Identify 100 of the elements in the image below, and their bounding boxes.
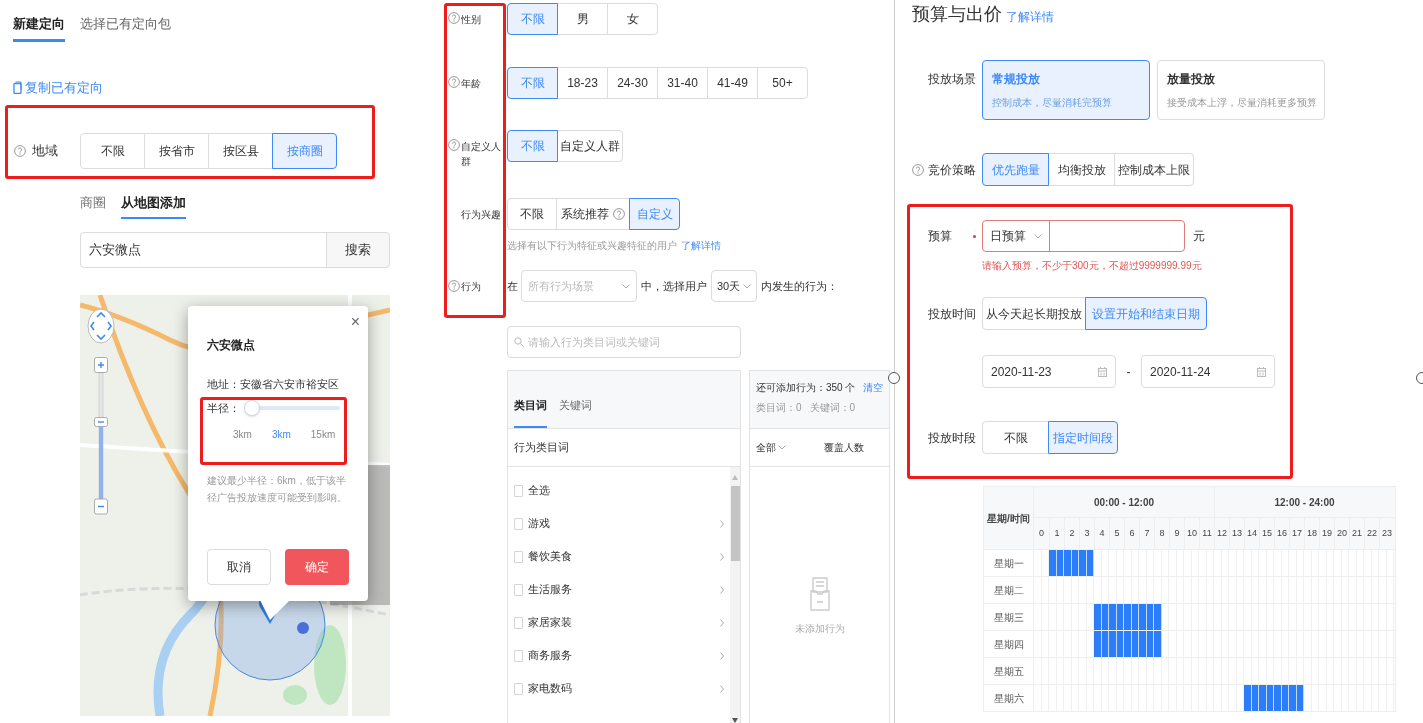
copy-icon <box>13 80 22 94</box>
tab[interactable]: 新建定向 <box>13 14 65 42</box>
tab[interactable]: 关键词 <box>559 396 592 428</box>
hour-label: 21 <box>1352 526 1362 540</box>
pan-control-icon[interactable] <box>87 307 115 344</box>
tab[interactable]: 从地图添加 <box>121 193 186 219</box>
option-button[interactable]: 24-30 <box>607 67 658 99</box>
budget-input[interactable] <box>1049 220 1185 252</box>
days-select[interactable]: 30天 <box>711 270 757 302</box>
option-button[interactable]: 不限 <box>80 133 145 169</box>
option-button[interactable]: 41-49 <box>707 67 758 99</box>
column-header: 覆盖人数 <box>824 441 864 455</box>
help-icon <box>448 76 460 88</box>
resize-handle[interactable] <box>888 372 900 384</box>
count-text: 关键词：0 <box>809 401 856 415</box>
option-button[interactable]: 均衡投放 <box>1048 153 1115 186</box>
option-button[interactable]: 50+ <box>757 67 808 99</box>
hour-label: 16 <box>1277 526 1287 540</box>
list-item[interactable]: 家电数码 <box>508 672 730 705</box>
chevron-down-icon <box>1034 233 1042 239</box>
tab[interactable]: 选择已有定向包 <box>80 14 171 42</box>
hour-label: 6 <box>1129 526 1135 540</box>
list-item[interactable]: 家居家装 <box>508 606 730 639</box>
scroll-down-icon[interactable] <box>732 718 738 723</box>
hour-label: 23 <box>1382 526 1392 540</box>
checkbox[interactable] <box>514 649 523 662</box>
help-icon <box>912 163 924 176</box>
list-item[interactable]: 生活服务 <box>508 573 730 606</box>
search-field[interactable]: 六安微点 <box>80 231 327 268</box>
option-button[interactable]: 控制成本上限 <box>1114 153 1194 186</box>
hour-label: 22 <box>1367 526 1377 540</box>
option-button[interactable]: 不限 <box>982 421 1049 454</box>
help-icon <box>448 139 460 151</box>
option-button[interactable]: 31-40 <box>657 67 708 99</box>
checkbox[interactable] <box>514 583 523 596</box>
date-field[interactable]: 2020-11-23 <box>982 355 1116 388</box>
hint-text: 选择有以下行为特征或兴趣特征的用户 <box>507 239 677 253</box>
hint-text: 建议最少半径：6km，低于该半径广告投放速度可能受到影响。 <box>207 473 348 505</box>
cancel-button[interactable]: 取消 <box>207 548 271 585</box>
option-button[interactable]: 按区县 <box>208 133 273 169</box>
help-icon <box>14 145 26 157</box>
calendar-icon <box>1257 366 1266 377</box>
search-field[interactable]: 请输入行为类目词或关键词 <box>507 326 741 358</box>
item-label: 生活服务 <box>528 582 573 598</box>
list-item[interactable]: 餐饮美食 <box>508 540 730 573</box>
date-field[interactable]: 2020-11-24 <box>1141 355 1275 388</box>
option-button[interactable]: 女 <box>607 3 658 35</box>
field-label: 性别 <box>461 13 482 27</box>
item-label: 游戏 <box>528 516 551 532</box>
scrollbar[interactable] <box>730 467 740 723</box>
list-item[interactable]: 全选 <box>508 474 730 507</box>
hour-label: 14 <box>1247 526 1257 540</box>
slider-thumb[interactable] <box>244 400 260 417</box>
hour-label: 20 <box>1337 526 1347 540</box>
tab[interactable]: 类目词 <box>514 396 547 428</box>
column-header: 星期/时间 <box>987 511 1030 526</box>
item-label: 家居家装 <box>528 615 573 631</box>
option-button[interactable]: 系统推荐 <box>556 198 630 230</box>
tab[interactable]: 商圈 <box>80 193 106 219</box>
option-button[interactable]: 18-23 <box>557 67 608 99</box>
hour-label: 1 <box>1054 526 1060 540</box>
chevron-right-icon <box>720 552 724 561</box>
error-text: 请输入预算，不少于300元，不超过9999999.99元 <box>982 259 1203 273</box>
hour-label: 11 <box>1202 526 1212 540</box>
search-button[interactable]: 搜索 <box>326 231 390 268</box>
hour-label: 15 <box>1262 526 1272 540</box>
checkbox[interactable] <box>514 682 523 695</box>
chevron-right-icon <box>720 684 724 693</box>
option-button[interactable]: 不限 <box>507 198 557 230</box>
checkbox[interactable] <box>514 517 523 530</box>
zoom-control-icon[interactable] <box>94 356 108 515</box>
scroll-up-icon[interactable] <box>732 475 738 480</box>
column-header[interactable]: 全部 <box>756 440 786 455</box>
budget-type-select[interactable]: 日预算 <box>982 220 1050 252</box>
slider-track[interactable] <box>244 400 340 417</box>
checkbox[interactable] <box>514 550 523 563</box>
chevron-right-icon <box>720 651 724 660</box>
learn-more-link[interactable]: 了解详情 <box>681 238 721 253</box>
list-item[interactable]: 商务服务 <box>508 639 730 672</box>
learn-more-link[interactable]: 了解详情 <box>1006 8 1054 26</box>
list-item[interactable]: 游戏 <box>508 507 730 540</box>
inline-text: 在 <box>507 278 518 294</box>
option-button[interactable]: 从今天起长期投放 <box>982 297 1086 330</box>
row-header: 星期二 <box>993 583 1024 598</box>
field-label: 投放时间 <box>928 305 976 323</box>
option-button[interactable]: 自定义人群 <box>557 130 623 162</box>
option-button[interactable]: 男 <box>557 3 608 35</box>
item-label: 家电数码 <box>528 681 573 697</box>
inline-text: 中，选择用户 <box>641 278 707 294</box>
row-header: 星期一 <box>993 556 1024 571</box>
checkbox[interactable] <box>514 484 523 497</box>
option-button[interactable]: 按省市 <box>144 133 209 169</box>
checkbox[interactable] <box>514 616 523 629</box>
field-label: 行为 <box>461 279 481 294</box>
row-header: 星期六 <box>993 691 1024 706</box>
help-icon <box>448 280 460 292</box>
scene-card[interactable]: 放量投放 接受成本上浮，尽量消耗更多预算 <box>1157 60 1325 120</box>
copy-link[interactable]: 复制已有定向 <box>13 77 103 97</box>
item-label: 商务服务 <box>528 648 573 664</box>
close-button[interactable]: × <box>350 313 360 330</box>
